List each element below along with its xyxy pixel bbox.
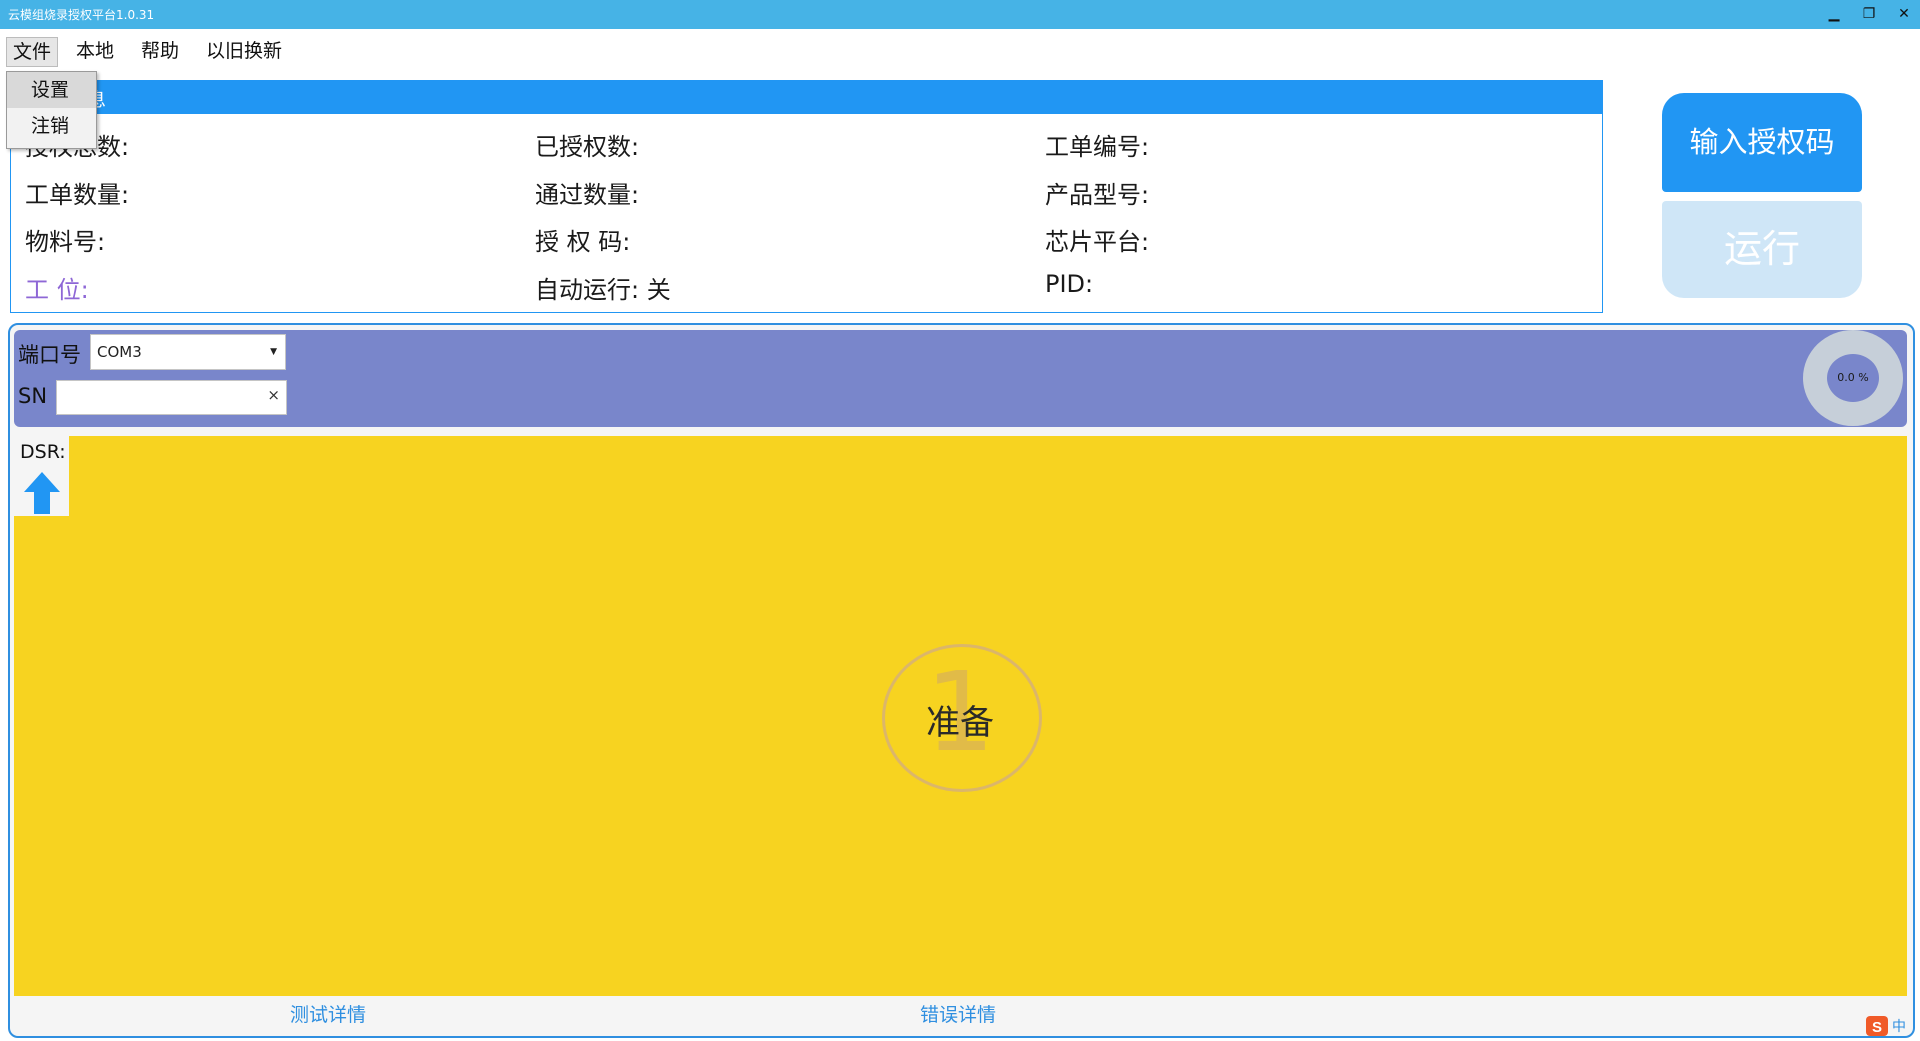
port-label: 端口号 bbox=[18, 343, 81, 367]
svg-text:S: S bbox=[1872, 1019, 1882, 1036]
field-material-no: 物料号: bbox=[25, 228, 106, 256]
enter-auth-code-button[interactable]: 输入授权码 bbox=[1662, 93, 1862, 192]
field-pass-count: 通过数量: bbox=[535, 181, 640, 209]
dsr-label: DSR: bbox=[20, 441, 66, 463]
field-chip-platform: 芯片平台: bbox=[1045, 228, 1150, 256]
ime-label: 中 bbox=[1892, 1019, 1906, 1035]
menu-bar: 文件 本地 帮助 以旧换新 bbox=[0, 29, 1920, 70]
field-pid: PID: bbox=[1045, 270, 1094, 298]
port-select-value: COM3 bbox=[97, 343, 142, 361]
file-dropdown-menu: 设置 注销 bbox=[6, 71, 97, 149]
menu-help[interactable]: 帮助 bbox=[135, 37, 185, 65]
sn-label: SN bbox=[18, 384, 48, 408]
tab-test-details[interactable]: 测试详情 bbox=[290, 1000, 366, 1027]
sn-input[interactable]: × bbox=[56, 380, 287, 415]
clear-icon[interactable]: × bbox=[267, 386, 280, 404]
sogou-icon: S bbox=[1866, 1016, 1888, 1036]
ime-indicator[interactable]: S 中 bbox=[1866, 1015, 1914, 1037]
progress-value: 0.0 % bbox=[1827, 354, 1879, 402]
chevron-down-icon: ▼ bbox=[270, 347, 277, 357]
field-station[interactable]: 工 位: bbox=[25, 270, 89, 305]
title-bar: 云模组烧录授权平台1.0.31 ▁ ❐ ✕ bbox=[0, 0, 1920, 29]
menu-local[interactable]: 本地 bbox=[70, 37, 120, 65]
info-panel: 息 授权总数: 已授权数: 工单编号: 工单数量: 通过数量: 产品型号: 物料… bbox=[10, 80, 1603, 313]
minimize-button[interactable]: ▁ bbox=[1822, 4, 1846, 24]
field-work-order-qty: 工单数量: bbox=[25, 181, 130, 209]
field-auth-code: 授 权 码: bbox=[535, 228, 631, 256]
menu-item-settings[interactable]: 设置 bbox=[7, 72, 96, 108]
arrow-up-icon bbox=[24, 472, 60, 514]
port-bar bbox=[14, 330, 1907, 427]
close-button[interactable]: ✕ bbox=[1892, 4, 1916, 24]
status-text: 准备 bbox=[926, 703, 994, 743]
run-button[interactable]: 运行 bbox=[1662, 201, 1862, 298]
menu-file[interactable]: 文件 bbox=[6, 37, 59, 67]
window-title: 云模组烧录授权平台1.0.31 bbox=[8, 8, 155, 22]
menu-item-logout[interactable]: 注销 bbox=[7, 108, 96, 144]
menu-trade-in[interactable]: 以旧换新 bbox=[200, 37, 288, 65]
field-auto-run: 自动运行: 关 bbox=[535, 276, 671, 304]
field-work-order-no: 工单编号: bbox=[1045, 133, 1150, 161]
restore-button[interactable]: ❐ bbox=[1857, 4, 1881, 24]
tab-error-details[interactable]: 错误详情 bbox=[920, 1000, 996, 1027]
info-panel-header: 息 bbox=[11, 81, 1602, 114]
field-authorized-count: 已授权数: bbox=[535, 133, 640, 161]
port-select[interactable]: COM3 ▼ bbox=[90, 334, 286, 370]
field-product-model: 产品型号: bbox=[1045, 181, 1150, 209]
